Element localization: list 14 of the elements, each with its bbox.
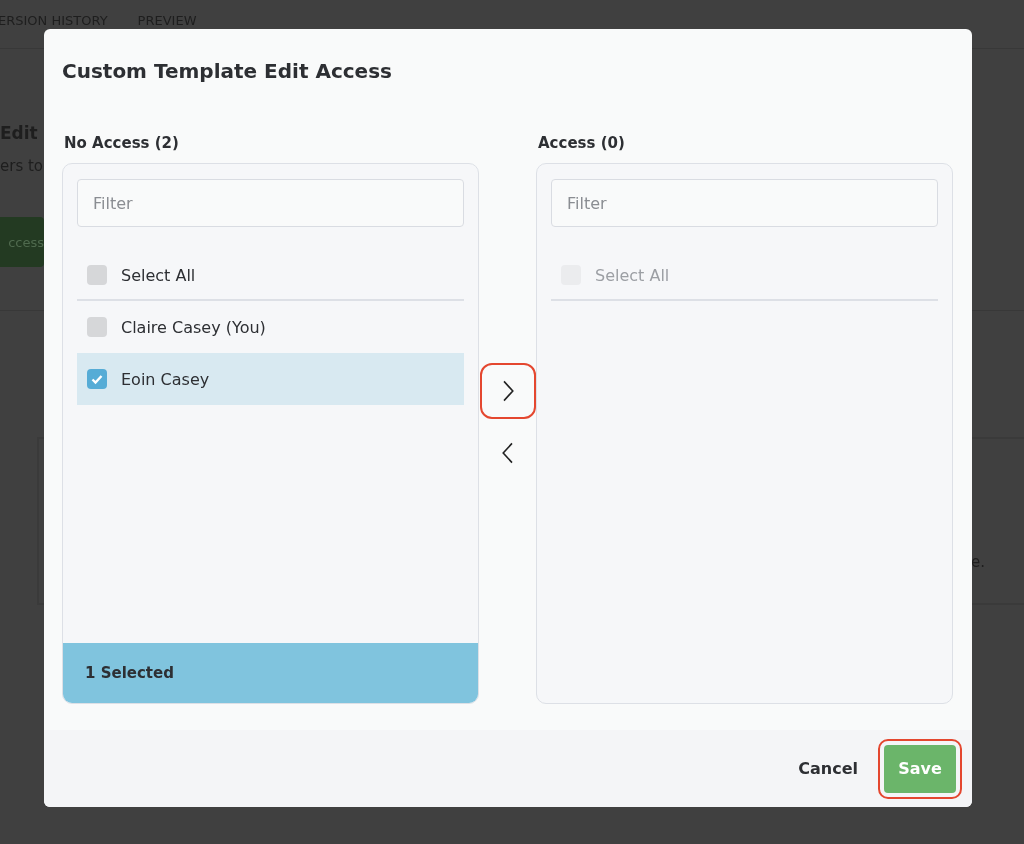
cancel-button[interactable]: Cancel	[792, 741, 864, 796]
select-all-row[interactable]: Select All	[77, 251, 464, 301]
filter-field[interactable]: Filter	[551, 179, 938, 227]
user-row[interactable]: Claire Casey (You)	[77, 301, 464, 353]
list-label: Access (0)	[537, 133, 626, 154]
checkbox[interactable]	[87, 369, 107, 389]
dialog-title: Custom Template Edit Access	[62, 58, 392, 83]
checkbox[interactable]	[87, 317, 107, 337]
user-row[interactable]: Eoin Casey	[77, 353, 464, 405]
checkbox[interactable]	[87, 265, 107, 285]
list-label: No Access (2)	[63, 133, 180, 154]
save-button[interactable]: Save	[884, 744, 956, 793]
selection-count: 1 Selected	[63, 643, 478, 703]
filter-field[interactable]: Filter	[77, 179, 464, 227]
